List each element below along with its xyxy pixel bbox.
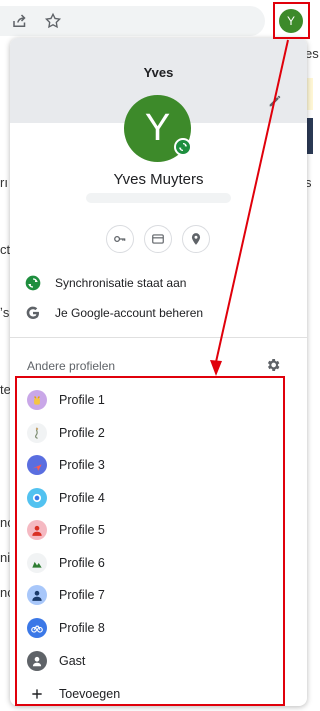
background-text: ni — [0, 550, 11, 565]
sync-icon — [25, 275, 41, 291]
edit-pencil-icon[interactable] — [267, 93, 283, 109]
address-bar[interactable] — [0, 6, 265, 36]
annotation-highlight-avatar — [273, 2, 310, 39]
sync-status-label: Synchronisatie staat aan — [55, 276, 187, 290]
manage-google-account-row[interactable]: Je Google-account beheren — [10, 299, 307, 327]
sync-status-row[interactable]: Synchronisatie staat aan — [10, 269, 307, 297]
background-text: rı — [0, 175, 8, 190]
profile-full-name: Yves Muyters — [113, 171, 204, 188]
profile-name: Yves — [143, 65, 174, 80]
background-text: es — [305, 46, 319, 61]
passwords-key-button[interactable] — [106, 225, 134, 253]
sync-badge-icon — [174, 138, 192, 156]
annotation-highlight-profiles — [15, 376, 285, 706]
manage-google-account-label: Je Google-account beheren — [55, 306, 204, 320]
addresses-pin-button[interactable] — [182, 225, 210, 253]
other-profiles-heading: Andere profielen — [27, 359, 116, 373]
star-icon[interactable] — [42, 10, 64, 32]
divider — [10, 337, 307, 338]
profile-email-redacted — [86, 193, 231, 203]
share-icon[interactable] — [9, 10, 31, 32]
gear-icon[interactable] — [265, 357, 281, 373]
background-text: ʼs — [0, 305, 10, 320]
browser-toolbar: Y — [0, 0, 313, 40]
google-g-icon — [25, 305, 41, 321]
payment-card-button[interactable] — [144, 225, 172, 253]
